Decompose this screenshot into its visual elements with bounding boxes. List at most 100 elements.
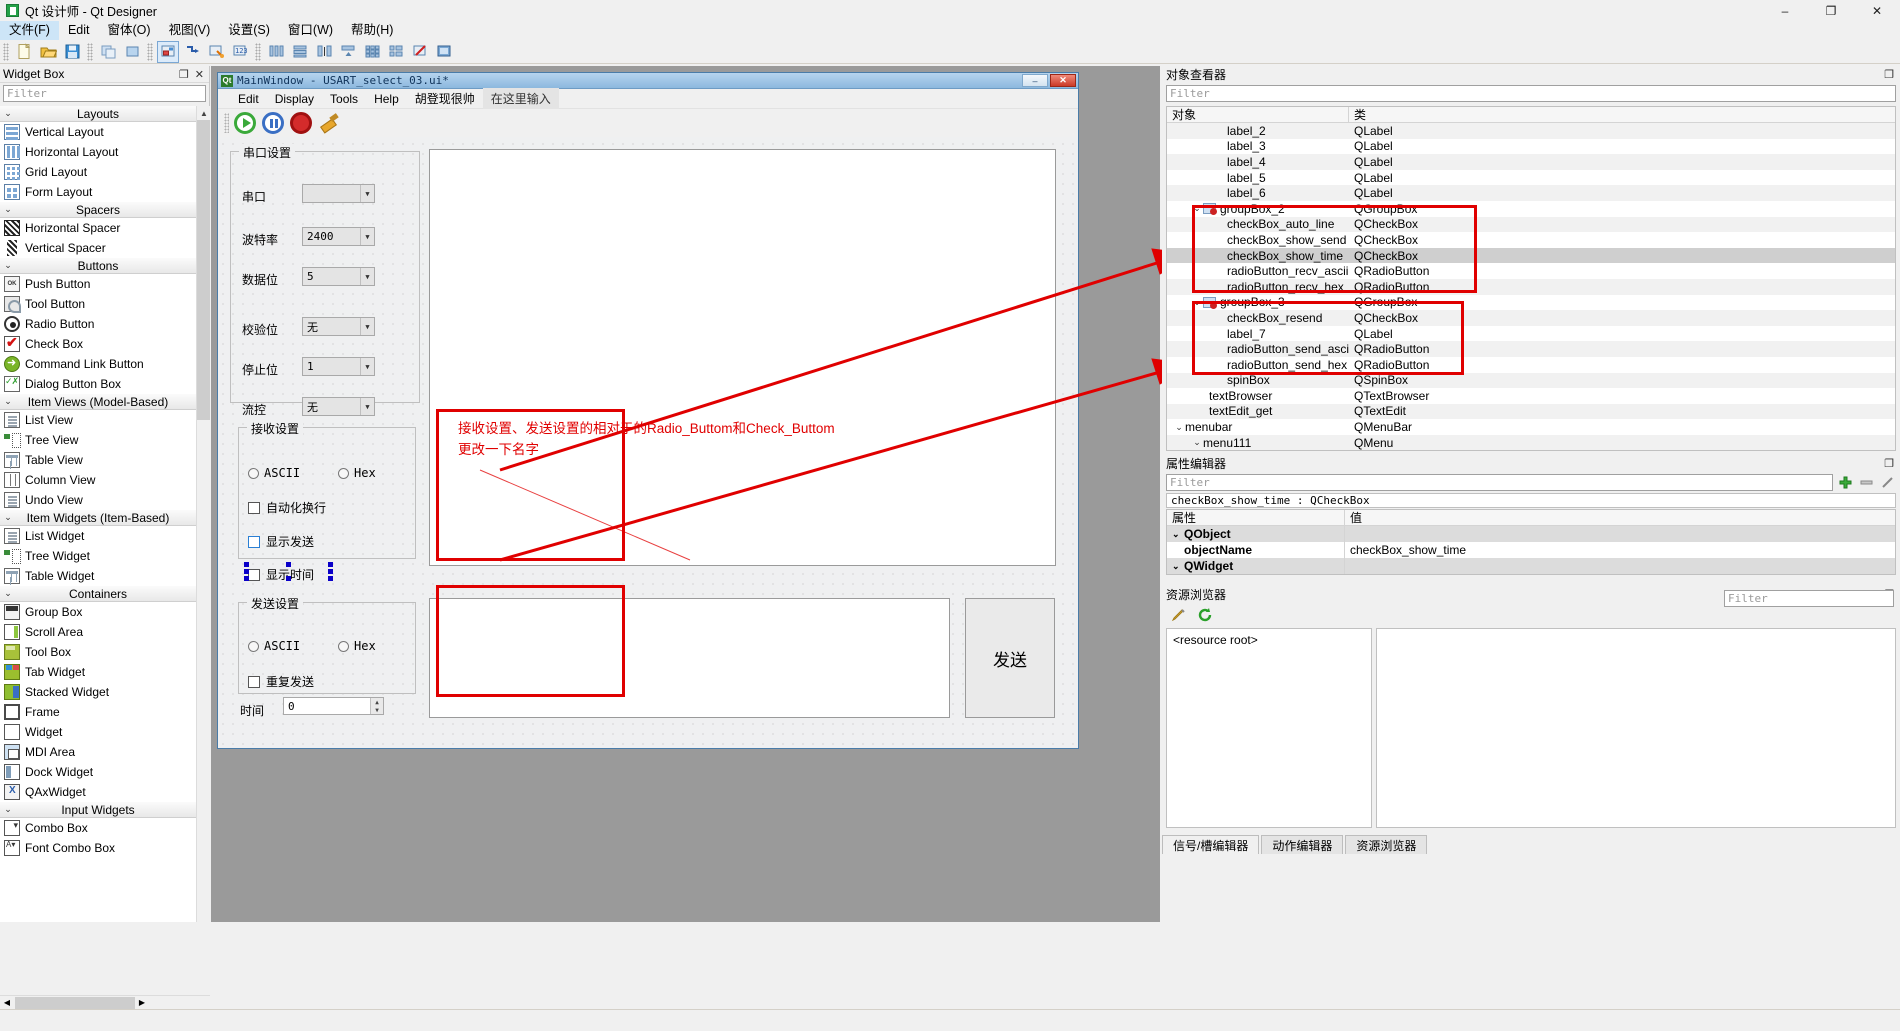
- refresh-icon[interactable]: [1196, 606, 1214, 624]
- object-tree-row[interactable]: checkBox_resend QCheckBox: [1167, 310, 1895, 326]
- menu-settings[interactable]: 设置(S): [219, 21, 279, 40]
- form-menu-tools[interactable]: Tools: [322, 90, 366, 108]
- checkbox-auto-line-box[interactable]: [248, 501, 260, 514]
- hscroll-right-icon[interactable]: ▶: [135, 996, 149, 1010]
- menu-edit[interactable]: Edit: [59, 21, 99, 40]
- widget-item-tree-view[interactable]: Tree View: [0, 430, 196, 450]
- widget-category-item-widgets-item-based[interactable]: ⌄ Item Widgets (Item-Based): [0, 510, 196, 526]
- radio-recv-ascii[interactable]: ASCII: [248, 466, 300, 480]
- tab-action-editor[interactable]: 动作编辑器: [1261, 835, 1344, 854]
- radio-send-ascii-knob[interactable]: [248, 640, 259, 652]
- record-stop-icon[interactable]: [290, 112, 312, 134]
- widget-item-form-layout[interactable]: Form Layout: [0, 182, 196, 202]
- chevron-down-icon[interactable]: ⌄: [1191, 203, 1203, 214]
- layout-horizontally-icon[interactable]: [265, 41, 287, 63]
- radio-recv-hex-knob[interactable]: [338, 467, 349, 479]
- widget-item-radio-button[interactable]: Radio Button: [0, 314, 196, 334]
- property-value[interactable]: [1345, 526, 1895, 542]
- object-tree-row[interactable]: radioButton_send_hex QRadioButton: [1167, 357, 1895, 373]
- resource-tree[interactable]: <resource root>: [1166, 628, 1372, 828]
- hscroll-thumb[interactable]: [15, 996, 135, 1009]
- widget-item-tool-box[interactable]: Tool Box: [0, 642, 196, 662]
- toolbar-grip[interactable]: [3, 42, 9, 61]
- object-tree-col-class[interactable]: 类: [1349, 107, 1366, 122]
- combo-data-bits[interactable]: 5 ▼: [302, 267, 375, 286]
- form-close-button[interactable]: ✕: [1050, 74, 1076, 87]
- object-tree-row[interactable]: spinBox QSpinBox: [1167, 372, 1895, 389]
- selection-handles[interactable]: [244, 562, 334, 581]
- combo-serial-port[interactable]: ▼: [302, 184, 375, 203]
- pause-icon[interactable]: [262, 112, 284, 134]
- object-tree-row[interactable]: label_3 QLabel: [1167, 139, 1895, 155]
- combo-stop-bits[interactable]: 1 ▼: [302, 357, 375, 376]
- widget-item-dock-widget[interactable]: Dock Widget: [0, 762, 196, 782]
- widget-item-horizontal-layout[interactable]: Horizontal Layout: [0, 142, 196, 162]
- widget-item-list-widget[interactable]: List Widget: [0, 526, 196, 546]
- property-col-name[interactable]: 属性: [1167, 510, 1345, 525]
- widget-item-check-box[interactable]: Check Box: [0, 334, 196, 354]
- widget-category-input-widgets[interactable]: ⌄ Input Widgets: [0, 802, 196, 818]
- menu-help[interactable]: 帮助(H): [342, 21, 402, 40]
- widget-item-table-view[interactable]: Table View: [0, 450, 196, 470]
- widget-item-frame[interactable]: Frame: [0, 702, 196, 722]
- widget-item-group-box[interactable]: Group Box: [0, 602, 196, 622]
- widget-item-command-link-button[interactable]: Command Link Button: [0, 354, 196, 374]
- edit-tab-order-icon[interactable]: 123: [229, 41, 251, 63]
- chevron-down-icon[interactable]: ▼: [360, 228, 374, 245]
- plus-icon[interactable]: [1837, 474, 1854, 491]
- widget-item-mdi-area[interactable]: MDI Area: [0, 742, 196, 762]
- layout-grid-icon[interactable]: [361, 41, 383, 63]
- combo-baud-rate[interactable]: 2400 ▼: [302, 227, 375, 246]
- property-editor-filter-input[interactable]: Filter: [1166, 474, 1833, 491]
- toolbar-grip-4[interactable]: [255, 42, 261, 61]
- widget-item-combo-box[interactable]: Combo Box: [0, 818, 196, 838]
- menu-window[interactable]: 窗口(W): [279, 21, 342, 40]
- edit-buddies-icon[interactable]: [205, 41, 227, 63]
- widget-item-tool-button[interactable]: Tool Button: [0, 294, 196, 314]
- widget-box-hscrollbar[interactable]: ◀ ▶: [0, 995, 210, 1009]
- send-button[interactable]: 发送: [965, 598, 1055, 718]
- pencil-icon[interactable]: [1170, 606, 1188, 624]
- combo-flow-control[interactable]: 无 ▼: [302, 397, 375, 416]
- widget-box-float-button[interactable]: ❐: [179, 68, 189, 81]
- object-tree-row[interactable]: ⌄ menu111 QMenu: [1167, 434, 1895, 450]
- form-menu-custom[interactable]: 胡登现很帅: [407, 88, 483, 109]
- property-row[interactable]: ⌄ QObject: [1167, 526, 1895, 542]
- chevron-down-icon[interactable]: ▼: [360, 268, 374, 285]
- radio-send-hex-knob[interactable]: [338, 640, 349, 652]
- maximize-button[interactable]: ❐: [1808, 0, 1854, 21]
- menu-form[interactable]: 窗体(O): [99, 21, 160, 40]
- object-tree-row[interactable]: checkBox_show_send QCheckBox: [1167, 232, 1895, 248]
- chevron-down-icon[interactable]: ▼: [360, 185, 374, 202]
- edit-widgets-icon[interactable]: [157, 40, 179, 63]
- undo-icon[interactable]: [97, 41, 119, 63]
- widget-item-grid-layout[interactable]: Grid Layout: [0, 162, 196, 182]
- widget-box-close-button[interactable]: ✕: [195, 68, 204, 81]
- widget-category-layouts[interactable]: ⌄ Layouts: [0, 106, 196, 122]
- object-tree-row[interactable]: radioButton_recv_hex QRadioButton: [1167, 278, 1895, 295]
- form-minimize-button[interactable]: –: [1022, 74, 1048, 87]
- combo-parity[interactable]: 无 ▼: [302, 317, 375, 336]
- checkbox-resend-box[interactable]: [248, 675, 260, 688]
- object-tree-row[interactable]: radioButton_recv_ascii QRadioButton: [1167, 263, 1895, 279]
- layout-vertically-icon[interactable]: [289, 41, 311, 63]
- layout-splitter-horizontal-icon[interactable]: [313, 41, 335, 63]
- widget-category-containers[interactable]: ⌄ Containers: [0, 586, 196, 602]
- widget-item-push-button[interactable]: OK Push Button: [0, 274, 196, 294]
- widget-category-item-views-model-based[interactable]: ⌄ Item Views (Model-Based): [0, 394, 196, 410]
- hscroll-left-icon[interactable]: ◀: [0, 996, 14, 1010]
- spin-up-icon[interactable]: ▲: [371, 698, 383, 706]
- chevron-down-icon[interactable]: ▼: [360, 318, 374, 335]
- object-tree-row[interactable]: label_2 QLabel: [1167, 123, 1895, 139]
- object-tree-row[interactable]: label_4 QLabel: [1167, 154, 1895, 170]
- widget-item-tab-widget[interactable]: Tab Widget: [0, 662, 196, 682]
- minus-icon[interactable]: [1858, 474, 1875, 491]
- broom-icon[interactable]: [318, 112, 340, 134]
- form-menu-edit[interactable]: Edit: [230, 90, 267, 108]
- minimize-button[interactable]: –: [1762, 0, 1808, 21]
- object-tree-row[interactable]: radioButton_send_ascii QRadioButton: [1167, 341, 1895, 357]
- object-tree-row[interactable]: label_5 QLabel: [1167, 170, 1895, 186]
- scroll-thumb[interactable]: [197, 120, 210, 420]
- object-inspector-filter-input[interactable]: Filter: [1166, 85, 1896, 102]
- layout-form-icon[interactable]: [385, 41, 407, 63]
